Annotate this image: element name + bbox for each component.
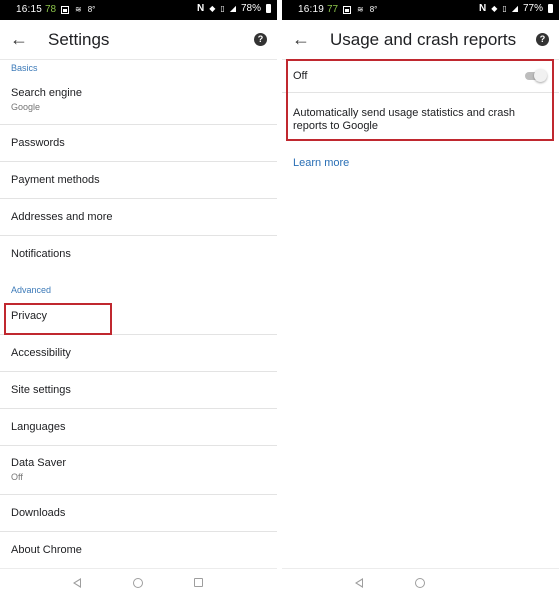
battery-icon: [548, 4, 553, 13]
settings-item-about-chrome[interactable]: About Chrome: [0, 532, 277, 568]
cast-icon: ≋: [75, 5, 82, 14]
page-title: Settings: [48, 30, 110, 49]
help-icon[interactable]: ?: [254, 33, 267, 46]
item-title: Accessibility: [11, 347, 71, 359]
settings-item-languages[interactable]: Languages: [0, 409, 277, 446]
usage-crash-reports-screen: 16:19 77 ≋ 8° N ◆ ▯ ◢ 77% ← Usage and cr…: [282, 0, 559, 600]
status-time: 16:19: [298, 4, 325, 15]
nav-back-icon[interactable]: [73, 578, 81, 588]
status-right-icons: N ◆ ▯ ◢ 78%: [197, 3, 271, 14]
status-bar: 16:19 77 ≋ 8° N ◆ ▯ ◢ 77%: [282, 0, 559, 20]
nfc-icon: N: [479, 3, 487, 14]
settings-item-addresses[interactable]: Addresses and more: [0, 199, 277, 236]
settings-screen: 16:15 78 ≋ 8° N ◆ ▯ ◢ 78% ← Settings ? B…: [0, 0, 277, 600]
item-title: Search engine: [11, 87, 82, 99]
image-icon: [343, 6, 351, 14]
arrow-back-icon[interactable]: ←: [10, 29, 28, 49]
nav-home-icon[interactable]: [133, 578, 143, 588]
cast-icon: ≋: [357, 5, 364, 14]
nav-back-icon[interactable]: [355, 578, 363, 588]
item-subtitle: Off: [11, 472, 23, 482]
item-title: Languages: [11, 421, 66, 433]
item-title: Notifications: [11, 248, 71, 260]
nfc-icon: N: [197, 3, 205, 14]
arrow-back-icon[interactable]: ←: [292, 29, 310, 49]
signal-icon: ◢: [511, 3, 518, 13]
item-title: Site settings: [11, 384, 71, 396]
item-title: Addresses and more: [11, 211, 113, 223]
wifi-icon: ◆: [491, 3, 498, 13]
battery-percent: 77%: [522, 3, 543, 14]
temperature-label: 8°: [369, 5, 378, 14]
status-left-icons: ≋ 8°: [61, 5, 95, 15]
app-bar: ← Usage and crash reports ?: [282, 20, 559, 60]
item-title: Downloads: [11, 507, 66, 519]
section-header-basics: Basics: [11, 63, 38, 73]
settings-item-payment-methods[interactable]: Payment methods: [0, 162, 277, 199]
battery-percent: 78%: [240, 3, 261, 14]
settings-item-notifications[interactable]: Notifications: [0, 236, 277, 273]
temperature-label: 8°: [87, 5, 96, 14]
signal-icon: ◢: [229, 3, 236, 13]
highlight-box-privacy: [4, 303, 112, 335]
settings-item-data-saver[interactable]: Data Saver Off: [0, 446, 277, 495]
status-left-icons: ≋ 8°: [343, 5, 377, 15]
system-nav-bar: [282, 568, 559, 600]
status-right-icons: N ◆ ▯ ◢ 77%: [479, 3, 553, 14]
image-icon: [61, 6, 69, 14]
help-icon[interactable]: ?: [536, 33, 549, 46]
item-title: Data Saver: [11, 457, 67, 469]
item-title: Passwords: [11, 137, 65, 149]
highlight-box-usage-reports: [286, 59, 554, 141]
status-notification-count: 78: [45, 4, 57, 15]
settings-item-site-settings[interactable]: Site settings: [0, 372, 277, 409]
status-notification-count: 77: [327, 4, 339, 15]
app-bar: ← Settings ?: [0, 20, 277, 60]
vibrate-icon: ▯: [502, 3, 507, 13]
settings-item-accessibility[interactable]: Accessibility: [0, 335, 277, 372]
status-time: 16:15: [16, 4, 43, 15]
battery-icon: [266, 4, 271, 13]
wifi-icon: ◆: [209, 3, 216, 13]
item-title: Payment methods: [11, 174, 100, 186]
learn-more-link[interactable]: Learn more: [293, 157, 349, 169]
status-bar: 16:15 78 ≋ 8° N ◆ ▯ ◢ 78%: [0, 0, 277, 20]
settings-item-downloads[interactable]: Downloads: [0, 495, 277, 532]
settings-item-search-engine[interactable]: Search engine Google: [0, 76, 277, 125]
nav-recents-icon[interactable]: [194, 578, 203, 587]
vibrate-icon: ▯: [220, 3, 225, 13]
item-title: About Chrome: [11, 544, 82, 556]
settings-item-passwords[interactable]: Passwords: [0, 125, 277, 162]
item-subtitle: Google: [11, 102, 41, 112]
system-nav-bar: [0, 568, 277, 600]
page-title: Usage and crash reports: [330, 30, 517, 49]
section-header-advanced: Advanced: [11, 285, 52, 295]
nav-home-icon[interactable]: [415, 578, 425, 588]
